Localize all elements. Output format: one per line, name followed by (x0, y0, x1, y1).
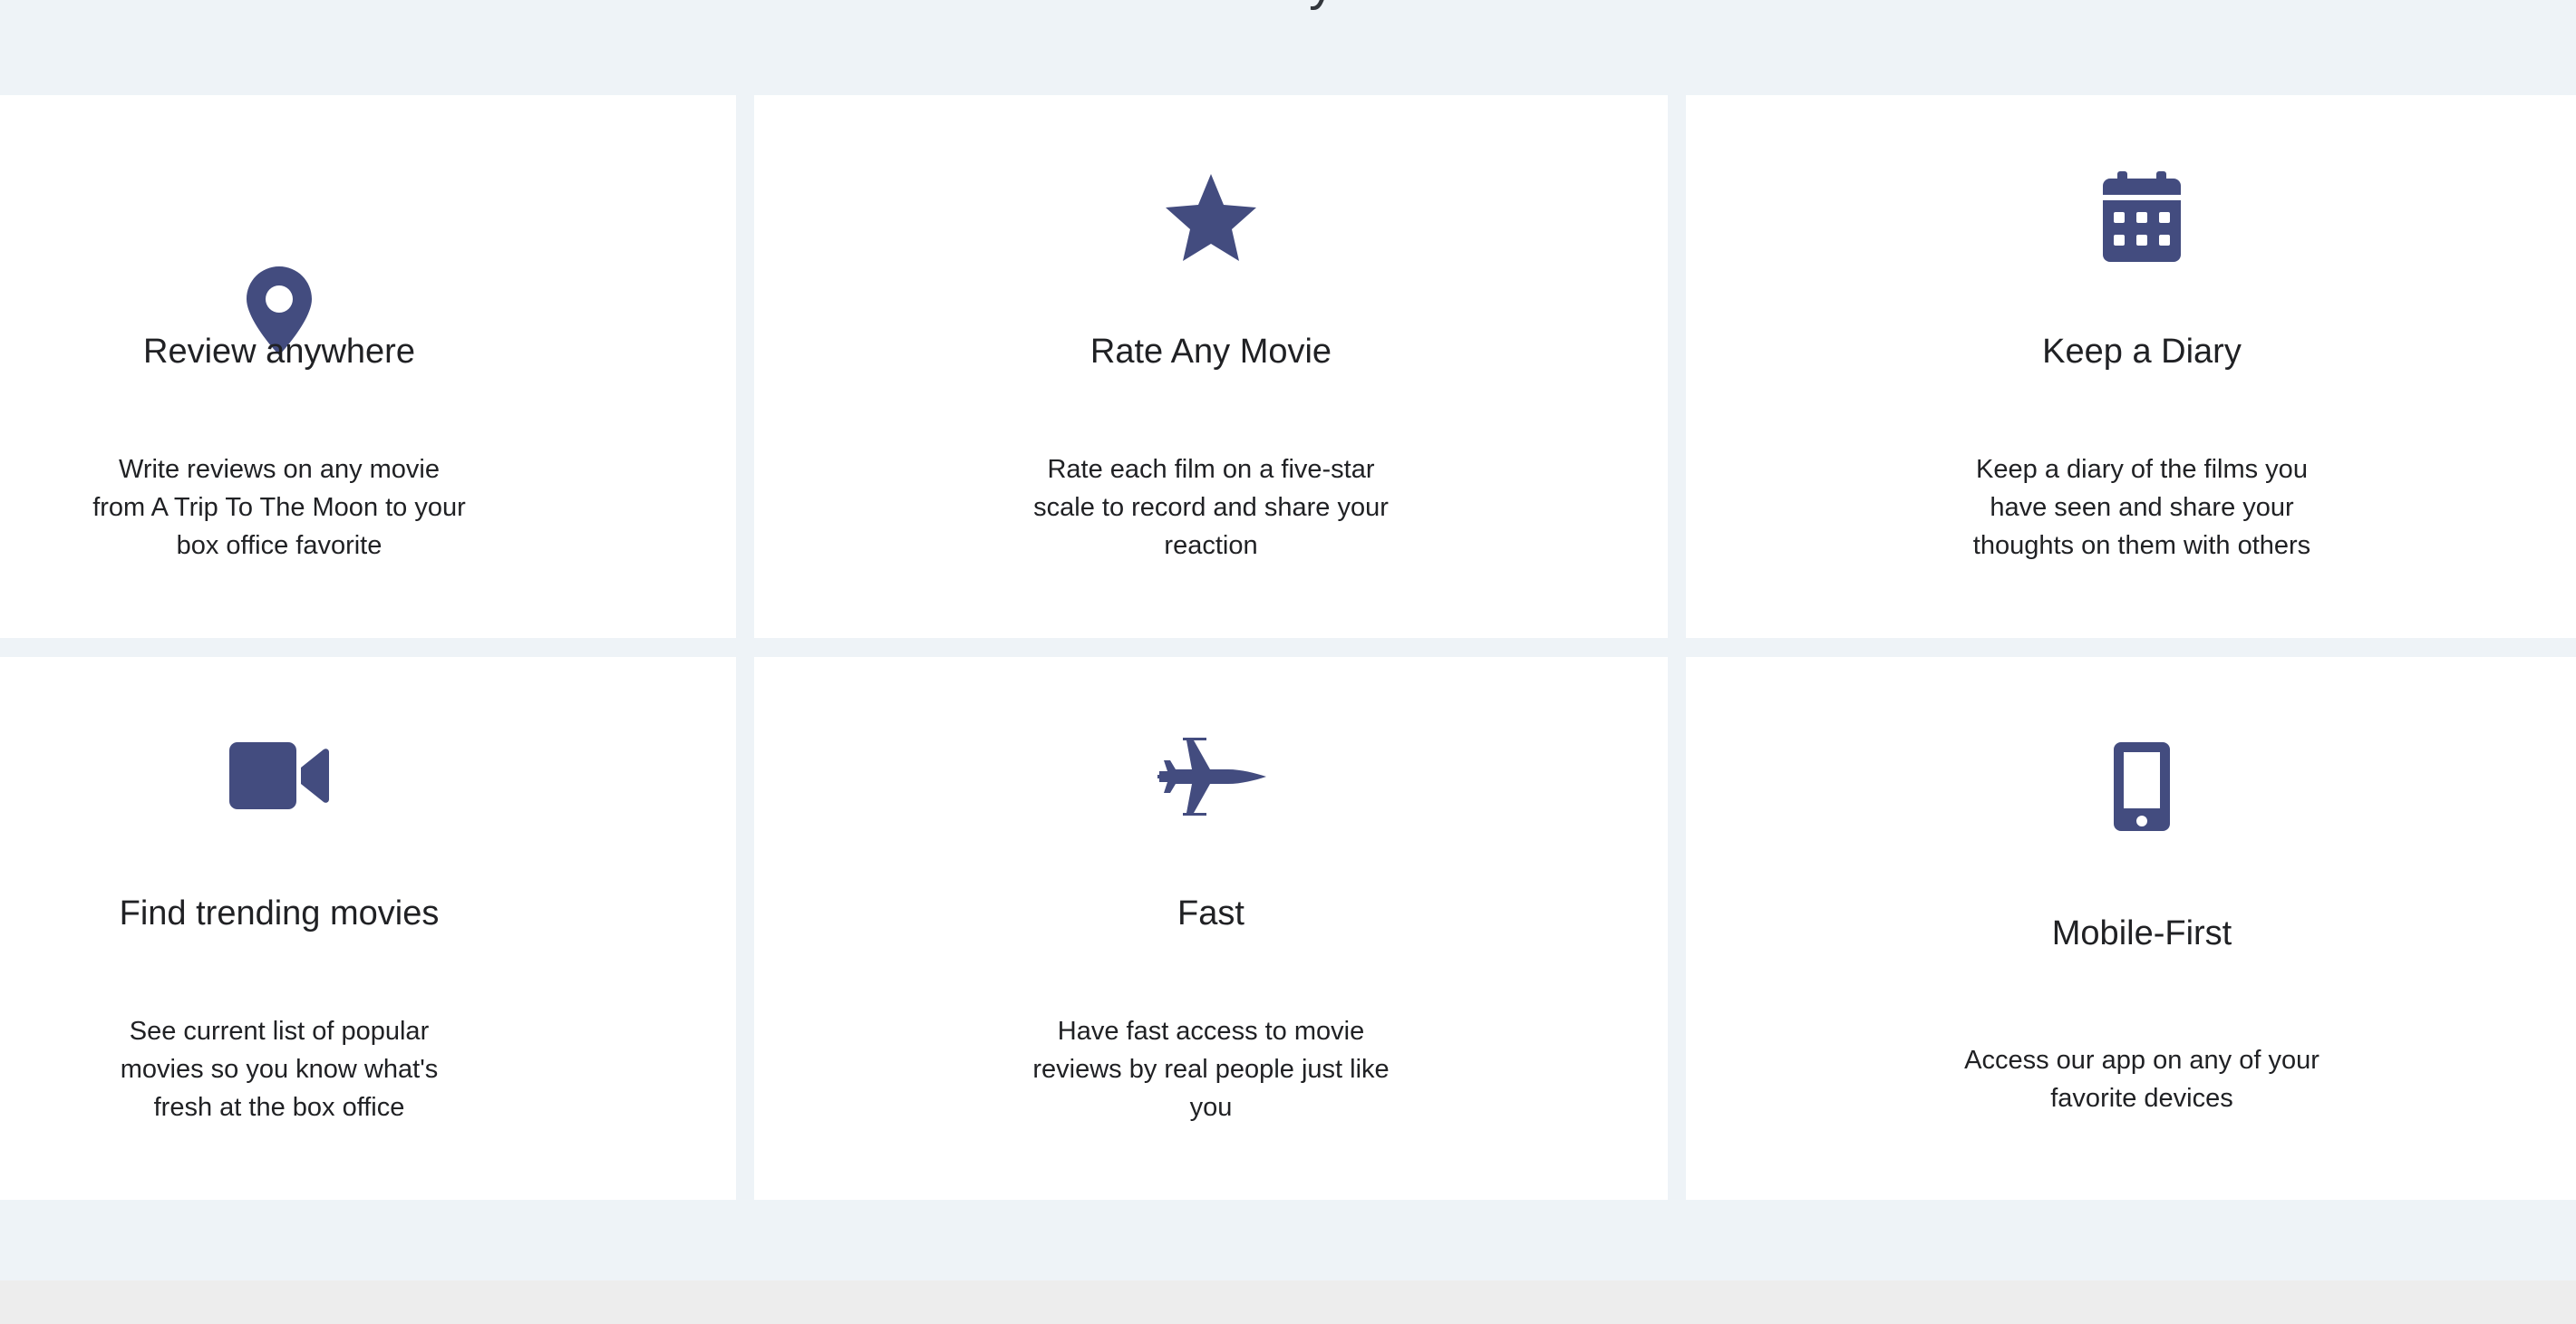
feature-title: Review anywhere (143, 333, 415, 371)
feature-card-rate-any-movie: Rate Any Movie Rate each film on a five-… (754, 95, 1668, 638)
feature-title: Keep a Diary (2042, 333, 2242, 371)
feature-card-keep-a-diary: Keep a Diary Keep a diary of the films y… (1686, 95, 2576, 638)
calendar-icon (2101, 169, 2183, 264)
features-section: One Trell lets you... Review anywhere Wr… (0, 0, 2576, 1281)
fighter-jet-icon (1155, 737, 1267, 817)
feature-description: Rate each film on a five-star scale to r… (1033, 455, 1389, 560)
feature-card-review-anywhere: Review anywhere Write reviews on any mov… (0, 95, 736, 638)
feature-description: Keep a diary of the films you have seen … (1972, 455, 2311, 560)
feature-title: Rate Any Movie (1089, 333, 1332, 371)
feature-title: Mobile-First (2051, 914, 2232, 952)
feature-description: Have fast access to movie reviews by rea… (1032, 1017, 1390, 1122)
feature-description: See current list of popular movies so yo… (120, 1017, 439, 1122)
feature-card-find-trending-movies: Find trending movies See current list of… (0, 657, 736, 1200)
video-camera-icon (228, 740, 330, 811)
star-icon (1161, 170, 1261, 265)
feature-card-fast: Fast Have fast access to movie reviews b… (754, 657, 1668, 1200)
feature-card-mobile-first: Mobile-First Access our app on any of yo… (1686, 657, 2576, 1200)
section-heading: One Trell lets you... (0, 0, 2422, 11)
feature-description: Access our app on any of your favorite d… (1964, 1046, 2319, 1113)
feature-title: Fast (1177, 894, 1244, 933)
feature-description: Write reviews on any movie from A Trip T… (92, 455, 466, 560)
footer-strip (0, 1281, 2576, 1324)
mobile-phone-icon (2112, 741, 2172, 832)
feature-title: Find trending movies (119, 894, 440, 933)
